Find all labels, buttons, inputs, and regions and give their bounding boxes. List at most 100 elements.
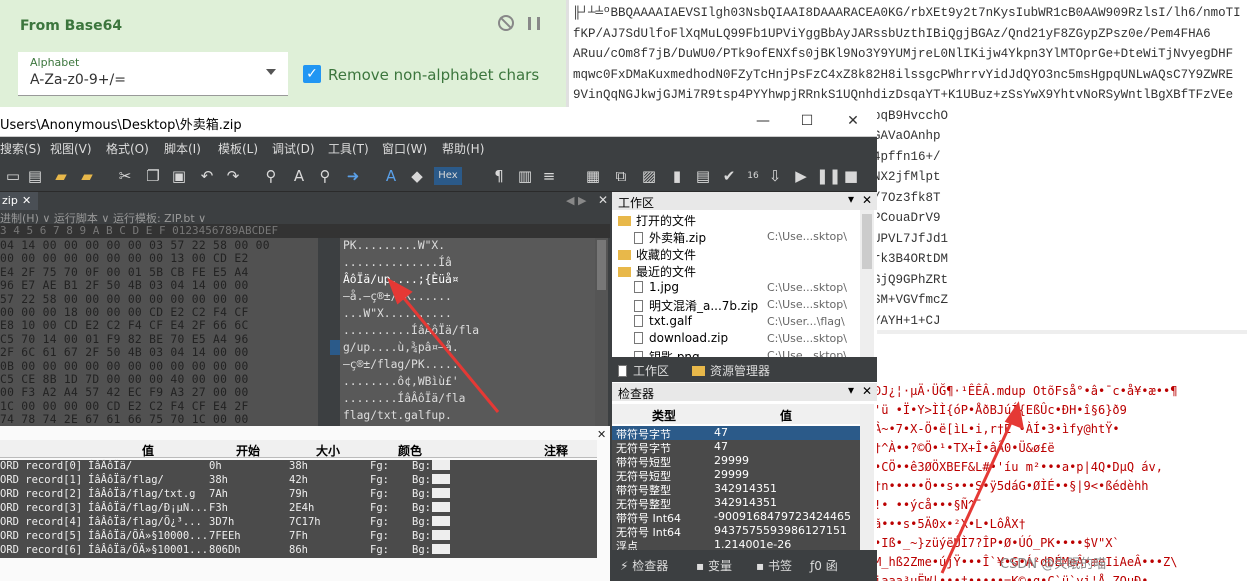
menu-item[interactable]: 调试(D)	[272, 140, 315, 157]
close-icon[interactable]: ✕	[862, 193, 872, 207]
disable-operation-icon[interactable]	[498, 15, 514, 31]
new-file-icon[interactable]: ▭	[4, 167, 22, 185]
table-row[interactable]: ORD record[5] ÍâÂôÏä/ÕÄ»§10000... 7FEEh 7Fh…	[0, 530, 597, 544]
cell-start: 7Ah	[209, 488, 228, 500]
calculator-icon[interactable]: ▦	[584, 167, 602, 185]
tab-variables[interactable]: ▪ 变量	[696, 557, 732, 574]
workspace-scrollbar-thumb[interactable]	[862, 214, 872, 269]
hex-mode-icon[interactable]: Hex	[434, 167, 462, 185]
tab-scroll-arrows[interactable]: ◀ ▶	[566, 194, 586, 207]
font-icon[interactable]: A	[382, 167, 400, 185]
search-icon[interactable]: ⚲	[262, 167, 280, 185]
tab-inspector[interactable]: ⚡ 检查器	[620, 557, 668, 574]
menu-item[interactable]: 帮助(H)	[442, 140, 484, 157]
col-value[interactable]: 值	[780, 407, 792, 424]
verify-icon[interactable]: ✔	[720, 167, 738, 185]
remove-nonalphabet-label: Remove non-alphabet chars	[328, 66, 540, 84]
paragraph-icon[interactable]: ¶	[490, 167, 508, 185]
highlight-icon[interactable]: ◆	[408, 167, 426, 185]
col-type[interactable]: 类型	[652, 407, 676, 424]
col-color[interactable]: 颜色	[398, 442, 422, 459]
table-row[interactable]: ORD record[3] ÍâÂôÏä/flag/Ð¡µN... F3h 2E4h F…	[0, 502, 597, 516]
menu-item[interactable]: 模板(L)	[218, 140, 258, 157]
undo-icon[interactable]: ↶	[198, 167, 216, 185]
table-row[interactable]: ORD record[6] ÍâÂôÏä/ÕÄ»§10001... 806Dh 86h…	[0, 544, 597, 558]
close-button[interactable]: ✕	[838, 113, 868, 129]
workspace-menu-icon[interactable]: ▾	[848, 192, 854, 206]
inspector-row[interactable]: 无符号短型 29999	[612, 468, 860, 483]
lines-icon[interactable]: ≡	[540, 167, 558, 185]
inspector-row[interactable]: 带符号短型 29999	[612, 454, 860, 469]
close-all-tabs-icon[interactable]: ✕	[598, 193, 608, 207]
maximize-button[interactable]: ☐	[792, 113, 822, 129]
tab-functions[interactable]: ƒ0 函	[810, 557, 838, 574]
table-row[interactable]: ORD record[0] ÍâÂôÏä/0h 38h Fg: Bg:	[0, 460, 597, 474]
alphabet-select[interactable]: Alphabet A-Za-z0-9+/=	[18, 52, 288, 96]
run-icon[interactable]: ▶	[792, 167, 810, 185]
workspace-item[interactable]: 收藏的文件	[618, 246, 696, 263]
inspector-menu-icon[interactable]: ▾	[848, 383, 854, 397]
goto-icon[interactable]: ➜	[344, 167, 362, 185]
compare-icon[interactable]: ⧉	[612, 167, 630, 185]
open-folder-icon[interactable]: ▰	[52, 167, 70, 185]
cut-icon[interactable]: ✂	[116, 167, 134, 185]
columns-icon[interactable]: ▥	[516, 167, 534, 185]
find-in-files-icon[interactable]: ⚲	[316, 167, 334, 185]
workspace-item[interactable]: txt.galf	[634, 314, 692, 331]
col-value[interactable]: 值	[142, 442, 154, 459]
base-convert-icon[interactable]: 16	[744, 167, 762, 185]
histogram-icon[interactable]: ▮	[668, 167, 686, 185]
hex-info-bar[interactable]: 进制(H) ∨ 运行脚本 ∨ 运行模板: ZIP.bt ∨	[0, 210, 608, 225]
inspector-row[interactable]: 无符号字节 47	[612, 440, 860, 455]
paste-icon[interactable]: ▣	[170, 167, 188, 185]
inspector-scrollbar[interactable]	[860, 404, 874, 554]
redo-icon[interactable]: ↷	[224, 167, 242, 185]
open-file-icon[interactable]: ▤	[26, 167, 44, 185]
ascii-view[interactable]: PK.........W"X. ..............Íâ ÂôÏä/up..…	[340, 238, 595, 426]
menu-item[interactable]: 视图(V)	[50, 140, 92, 157]
replace-icon[interactable]: A	[290, 167, 308, 185]
checksum-icon[interactable]: ▨	[640, 167, 658, 185]
inspector-row[interactable]: 带符号字节 47	[612, 426, 860, 441]
breakpoint-icon[interactable]	[528, 17, 540, 30]
close-icon[interactable]: ✕	[862, 384, 872, 398]
template-icon[interactable]: ▤	[694, 167, 712, 185]
copy-icon[interactable]: ❐	[144, 167, 162, 185]
tab-bookmarks[interactable]: ▪ 书签	[756, 557, 792, 574]
workspace-item[interactable]: 1.jpg	[634, 280, 679, 297]
workspace-item[interactable]: download.zip	[634, 331, 728, 348]
remove-nonalphabet-checkbox[interactable]: ✓	[303, 65, 321, 83]
inspector-row[interactable]: 无符号整型 342914351	[612, 496, 860, 511]
stop-icon[interactable]: ■	[842, 167, 860, 185]
table-row[interactable]: ORD record[4] ÍâÂôÏä/flag/Ö¿³... 3D7h 7C17h…	[0, 516, 597, 530]
window-titlebar[interactable]: Users\Anonymous\Desktop\外卖箱.zip — ☐ ✕	[0, 107, 877, 137]
col-size[interactable]: 大小	[316, 442, 340, 459]
menu-item[interactable]: 格式(O)	[106, 140, 149, 157]
workspace-item[interactable]: 最近的文件	[618, 263, 696, 280]
tab-explorer[interactable]: 资源管理器	[692, 362, 770, 379]
menu-item[interactable]: 工具(T)	[328, 140, 369, 157]
inspector-row[interactable]: 带符号 Int64 -9009168479723424465	[612, 510, 860, 525]
workspace-item[interactable]: 外卖箱.zip	[634, 229, 706, 246]
menu-item[interactable]: 搜索(S)	[0, 140, 41, 157]
inspector-row[interactable]: 无符号 Int64 9437575593986127151	[612, 524, 860, 539]
table-row[interactable]: ORD record[2] ÍâÂôÏä/flag/txt.g 7Ah 79h Fg: B…	[0, 488, 597, 502]
close-icon[interactable]: ✕	[22, 192, 31, 210]
col-comment[interactable]: 注释	[544, 442, 568, 459]
tab-workspace[interactable]: 工作区	[618, 362, 669, 379]
hex-scrollbar-thumb[interactable]	[597, 240, 606, 290]
inspector-row[interactable]: 带符号整型 342914351	[612, 482, 860, 497]
close-icon[interactable]: ✕	[597, 428, 606, 441]
col-start[interactable]: 开始	[236, 442, 260, 459]
table-row[interactable]: ORD record[1] ÍâÂôÏä/flag/38h 42h Fg: Bg:	[0, 474, 597, 488]
minimize-button[interactable]: —	[748, 113, 778, 129]
folder-stack-icon[interactable]: ▰	[78, 167, 96, 185]
workspace-item[interactable]: 打开的文件	[618, 212, 696, 229]
hex-view[interactable]: 04 14 00 00 00 00 00 03 57 22 58 00 00 00…	[0, 238, 318, 426]
file-tab[interactable]: zip ✕	[0, 192, 38, 210]
menu-item[interactable]: 脚本(I)	[164, 140, 201, 157]
import-icon[interactable]: ⇩	[766, 167, 784, 185]
pause-icon[interactable]: ❚❚	[816, 167, 841, 185]
menu-item[interactable]: 窗口(W)	[382, 140, 427, 157]
workspace-item[interactable]: 明文混淆_a...7b.zip	[634, 297, 758, 314]
